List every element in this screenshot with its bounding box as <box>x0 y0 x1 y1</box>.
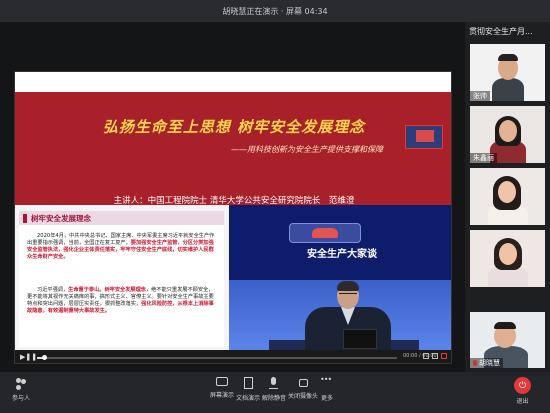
unmute-button[interactable]: 解除静音 <box>262 377 286 409</box>
slide-subtitle: ——用科技创新为安全生产提供支撑和保障 <box>231 145 383 154</box>
participant-sidebar: 贯彻安全生产月... 张帅 朱鑫丽 胡晓慧 <box>465 22 550 372</box>
power-icon: ⏻ <box>514 377 531 394</box>
video-caption: 安全生产大家谈 <box>307 249 377 260</box>
participant-name: 胡晓慧 <box>470 358 503 368</box>
fullscreen-icon[interactable] <box>441 353 447 359</box>
more-icon <box>320 375 333 389</box>
participant-name: 张帅 <box>470 91 490 101</box>
slide-content-area: 树牢安全发展理念 2020年4月，中共中央总书记、国家主席、中央军委主席习近平就… <box>15 205 451 350</box>
slide-title: 弘扬生命至上思想 树牢安全发展理念 <box>102 118 366 136</box>
document-icon <box>243 377 253 389</box>
participant-tile[interactable]: 胡晓慧 <box>470 312 545 368</box>
channel-logo-icon <box>405 125 443 149</box>
section-heading: 树牢安全发展理念 <box>19 211 224 225</box>
paragraph-1: 2020年4月，中共中央总书记、国家主席、中央军委主席习近平就安全生产作出重要指… <box>27 233 215 260</box>
microphone-icon <box>268 377 280 389</box>
progress-bar[interactable] <box>37 355 397 360</box>
share-screen-button[interactable]: 屏幕演示 <box>210 377 234 409</box>
mic-muted-icon <box>473 360 477 366</box>
bottom-toolbar: 参与人 屏幕演示 文档演示 解除静音 关闭摄像头 更多 ⏻ 退出 <box>0 372 550 413</box>
screen-share-icon <box>216 377 228 386</box>
shared-screen[interactable]: 弘扬生命至上思想 树牢安全发展理念 ——用科技创新为安全生产提供支撑和保障 主讲… <box>14 71 452 364</box>
speaker-glasses <box>339 293 357 297</box>
show-logo-icon <box>289 223 361 243</box>
more-button[interactable]: 更多 <box>320 375 333 409</box>
camera-icon <box>298 379 308 387</box>
share-doc-button[interactable]: 文档演示 <box>236 377 260 409</box>
participant-tile[interactable] <box>470 230 545 287</box>
window-titlebar: 胡晓慧正在演示 · 屏幕 04:34 <box>0 0 550 22</box>
main-stage: 弘扬生命至上思想 树牢安全发展理念 ——用科技创新为安全生产提供支撑和保障 主讲… <box>0 22 465 372</box>
play-pause-button[interactable]: ▶❚❚ <box>20 353 37 362</box>
laptop-icon <box>343 329 377 349</box>
leave-button[interactable]: ⏻ 退出 <box>514 377 531 405</box>
settings-icon[interactable] <box>432 353 438 359</box>
participant-tile[interactable]: 张帅 <box>470 44 545 101</box>
participant-tile[interactable] <box>470 168 545 225</box>
participants-button[interactable]: 参与人 <box>12 377 30 409</box>
participant-name: 朱鑫丽 <box>470 153 497 163</box>
player-extra-controls <box>423 353 451 362</box>
participant-tile[interactable]: 朱鑫丽 <box>470 106 545 163</box>
volume-icon[interactable] <box>423 353 429 359</box>
progress-knob[interactable] <box>42 355 48 360</box>
text-panel: 树牢安全发展理念 2020年4月，中共中央总书记、国家主席、中央军委主席习近平就… <box>19 211 224 347</box>
video-player-controls: ▶❚❚ 00:00 / 00:00 <box>15 350 451 363</box>
speaker-video: 安全生产大家谈 <box>229 205 451 350</box>
speaker-hair <box>337 281 359 291</box>
heading-marker-icon <box>23 213 27 223</box>
meeting-app: 胡晓慧正在演示 · 屏幕 04:34 弘扬生命至上思想 树牢安全发展理念 ——用… <box>0 0 550 413</box>
meeting-title: 贯彻安全生产月... <box>469 27 533 36</box>
paragraph-2: 习近平强调，生命重于泰山。树牢安全发展理念，绝不能只重发展不顾安全，更不能将其视… <box>27 287 214 314</box>
people-icon <box>15 377 27 389</box>
camera-toggle-button[interactable]: 关闭摄像头 <box>288 377 318 409</box>
presenter-status: 胡晓慧正在演示 · 屏幕 04:34 <box>222 6 328 16</box>
